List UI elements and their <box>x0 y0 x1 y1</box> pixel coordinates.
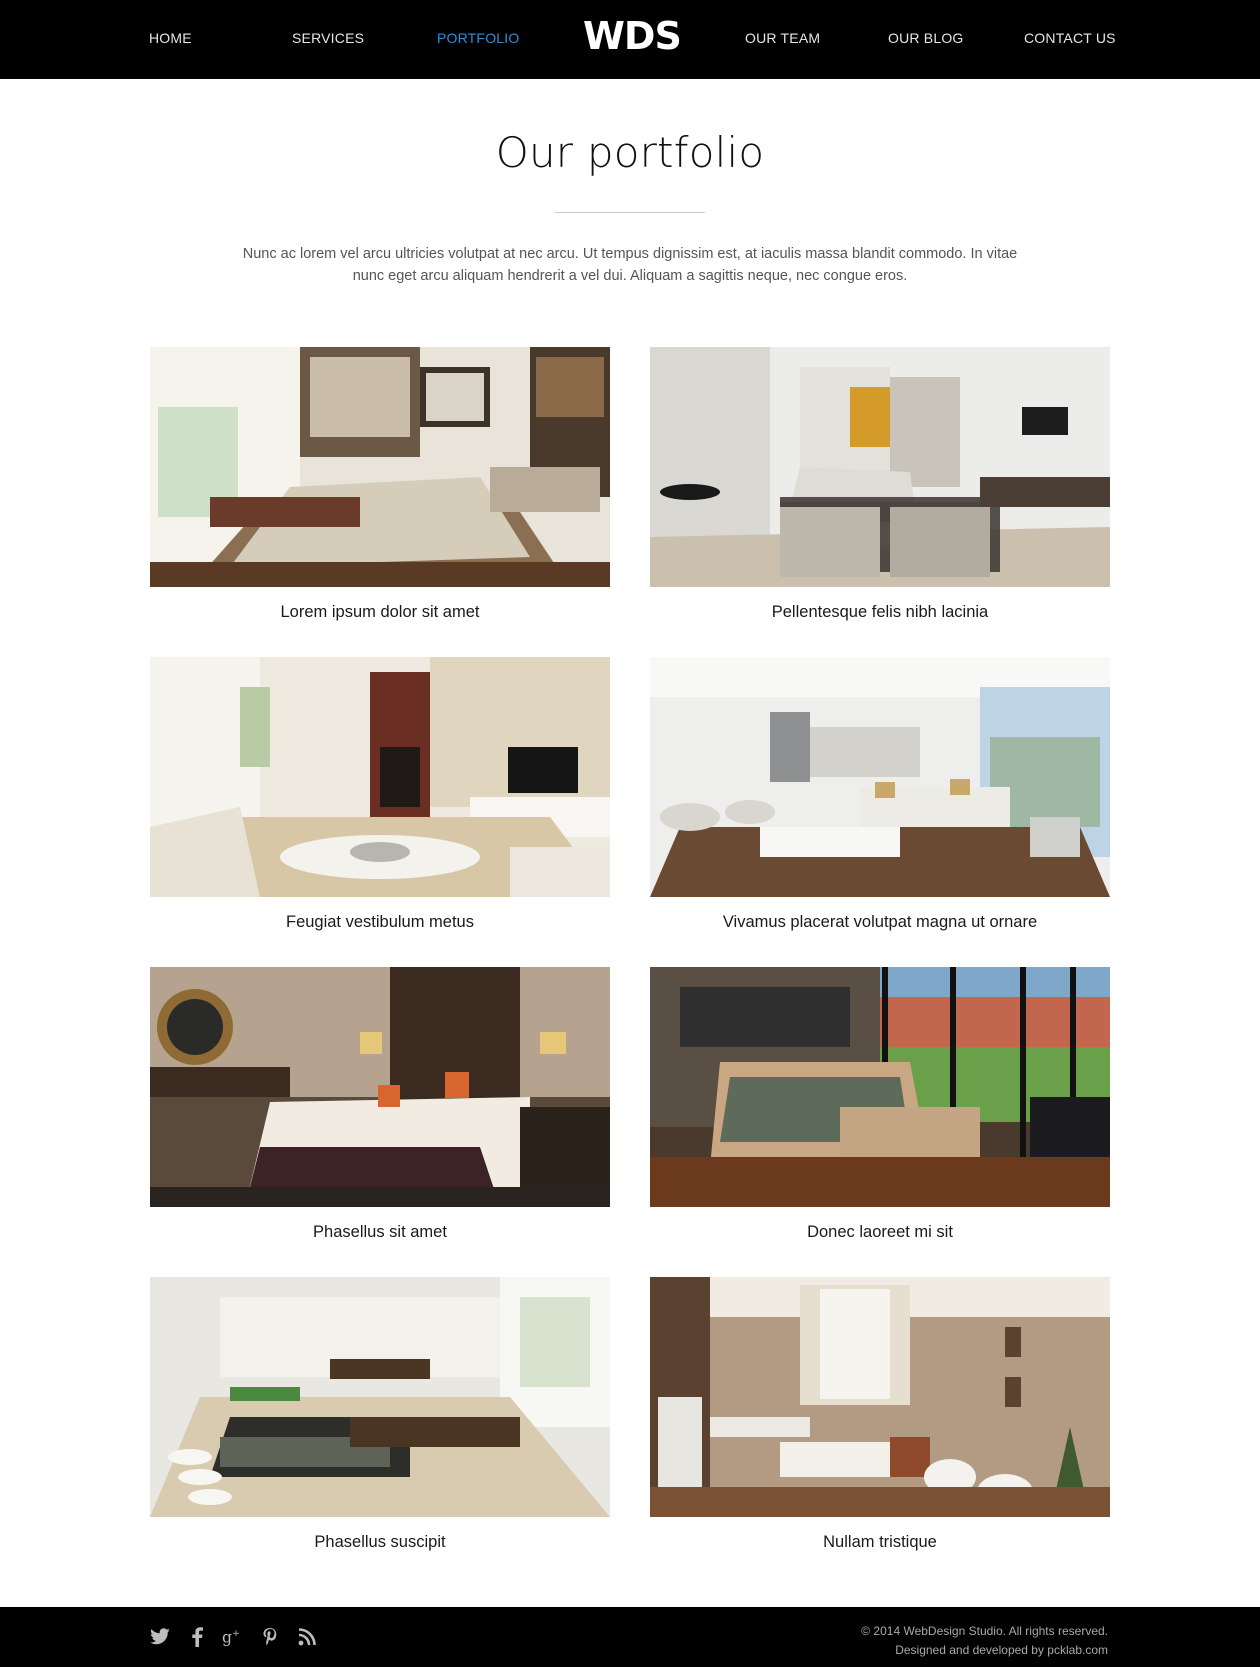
portfolio-caption: Feugiat vestibulum metus <box>285 913 474 931</box>
portfolio-item[interactable]: Nullam tristique <box>650 1277 1110 1552</box>
portfolio-caption: Phasellus sit amet <box>313 1223 447 1241</box>
title-divider <box>555 212 705 213</box>
nav-our-blog[interactable]: OUR BLOG <box>888 30 964 46</box>
portfolio-caption: Vivamus placerat volutpat magna ut ornar… <box>722 913 1038 931</box>
svg-text:g: g <box>222 1629 232 1647</box>
facebook-icon[interactable] <box>185 1625 209 1649</box>
bedroom-garden-view-photo[interactable] <box>650 967 1110 1207</box>
rss-icon[interactable] <box>295 1625 319 1649</box>
portfolio-item[interactable]: Phasellus suscipit <box>150 1277 610 1552</box>
page-title: Our portfolio <box>495 128 765 177</box>
portfolio-item[interactable]: Pellentesque felis nibh lacinia <box>650 347 1110 622</box>
open-plan-kitchen-lounge-photo[interactable] <box>650 657 1110 897</box>
portfolio-caption: Pellentesque felis nibh lacinia <box>771 603 989 621</box>
portfolio-item[interactable]: Feugiat vestibulum metus <box>150 657 610 932</box>
footer-copyright: © 2014 WebDesign Studio. All rights rese… <box>861 1622 1108 1660</box>
portfolio-caption: Donec laoreet mi sit <box>807 1223 953 1241</box>
portfolio-item[interactable]: Vivamus placerat volutpat magna ut ornar… <box>650 657 1110 932</box>
nav-contact-us[interactable]: CONTACT US <box>1024 30 1116 46</box>
site-header: HOME SERVICES PORTFOLIO WDS OUR TEAM OUR… <box>0 0 1260 79</box>
credit-text: Designed and developed by pcklab.com <box>895 1643 1108 1657</box>
living-room-modern-photo[interactable] <box>650 347 1110 587</box>
pinterest-icon[interactable] <box>258 1625 282 1649</box>
google-plus-icon[interactable]: g + <box>221 1625 245 1649</box>
site-logo[interactable]: WDS <box>583 14 682 58</box>
portfolio-caption: Lorem ipsum dolor sit amet <box>280 603 480 621</box>
portfolio-item[interactable]: Lorem ipsum dolor sit amet <box>150 347 610 622</box>
nav-our-team[interactable]: OUR TEAM <box>745 30 820 46</box>
svg-text:+: + <box>232 1628 240 1639</box>
portfolio-caption: Nullam tristique <box>823 1533 937 1551</box>
intro-text: Nunc ac lorem vel arcu ultricies volutpa… <box>242 246 1018 284</box>
portfolio-item[interactable]: Donec laoreet mi sit <box>650 967 1110 1242</box>
bedroom-dark-wood-photo[interactable] <box>150 967 610 1207</box>
copyright-text: © 2014 WebDesign Studio. All rights rese… <box>861 1624 1108 1638</box>
portfolio-caption: Phasellus suscipit <box>314 1533 446 1551</box>
bathroom-beige-tiles-photo[interactable] <box>650 1277 1110 1517</box>
twitter-icon[interactable] <box>148 1625 172 1649</box>
portfolio-item[interactable]: Phasellus sit amet <box>150 967 610 1242</box>
nav-home[interactable]: HOME <box>149 30 192 46</box>
nav-portfolio[interactable]: PORTFOLIO <box>437 30 519 46</box>
bathroom-pool-photo[interactable] <box>150 1277 610 1517</box>
site-footer: g + © 2014 WebDesign Studio. All rights r… <box>0 1607 1260 1667</box>
bedroom-sunlit-photo[interactable] <box>150 347 610 587</box>
living-room-fireplace-photo[interactable] <box>150 657 610 897</box>
nav-services[interactable]: SERVICES <box>292 30 364 46</box>
